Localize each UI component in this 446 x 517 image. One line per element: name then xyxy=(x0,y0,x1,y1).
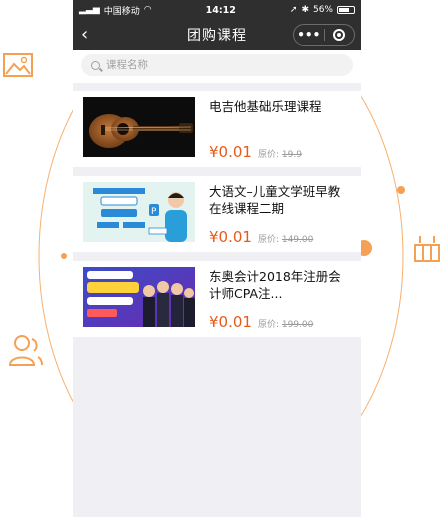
course-thumbnail-chinese[interactable]: P xyxy=(83,182,195,242)
course-thumbnail-guitar[interactable] xyxy=(83,97,195,157)
battery-percent: 56% xyxy=(312,5,333,15)
battery-icon xyxy=(337,6,355,14)
search-bar xyxy=(73,50,361,83)
course-card[interactable]: P 大语文–儿童文学班早教在线课程二期 ¥0.01 原价: 149.00 xyxy=(73,176,361,252)
screen: ▂▃▅ 中国移动 ◠ 14:12 ➚ ✱ 56% ‹ 团购课程 ••• 课程名称… xyxy=(0,0,446,517)
carrier-label: 中国移动 xyxy=(103,6,140,17)
course-title: 东奥会计2018年注册会计师CPA注... xyxy=(209,269,341,301)
image-icon xyxy=(3,53,33,77)
course-thumbnail-accounting[interactable] xyxy=(83,267,195,327)
search-box[interactable] xyxy=(81,54,353,76)
course-card[interactable]: 电吉他基础乐理课程 ¥0.01 原价: 19.9 xyxy=(73,91,361,167)
original-price-label: 原价: 199.00 xyxy=(257,320,314,330)
close-capsule-icon[interactable] xyxy=(325,29,355,41)
course-price: ¥0.01 xyxy=(209,143,252,161)
svg-text:P: P xyxy=(151,207,157,217)
search-icon xyxy=(91,60,100,70)
phone-screen: ▂▃▅ 中国移动 ◠ 14:12 ➚ ✱ 56% ‹ 团购课程 ••• 课程名称… xyxy=(73,0,361,517)
status-bar: ▂▃▅ 中国移动 ◠ 14:12 ➚ ✱ 56% xyxy=(73,0,361,20)
bluetooth-icon: ✱ xyxy=(301,5,309,15)
course-price: ¥0.01 xyxy=(209,228,252,246)
status-time: 14:12 xyxy=(205,4,236,16)
back-icon[interactable]: ‹ xyxy=(81,24,97,46)
course-card[interactable]: 东奥会计2018年注册会计师CPA注... ¥0.01 原价: 199.00 xyxy=(73,261,361,337)
user-icon xyxy=(8,335,43,366)
location-icon: ➚ xyxy=(289,5,298,15)
nav-bar: ‹ 团购课程 ••• xyxy=(73,20,361,50)
course-list: 电吉他基础乐理课程 ¥0.01 原价: 19.9 P 大语文–儿童文学班早教在线… xyxy=(73,91,361,337)
mini-program-capsule: ••• xyxy=(293,24,355,46)
original-price-label: 原价: 19.9 xyxy=(257,150,302,160)
course-title: 大语文–儿童文学班早教在线课程二期 xyxy=(209,184,341,216)
original-price: 199.00 xyxy=(281,320,314,330)
page-title: 团购课程 xyxy=(187,28,247,44)
signal-icon: ▂▃▅ xyxy=(79,5,100,15)
course-price: ¥0.01 xyxy=(209,313,252,331)
more-icon[interactable]: ••• xyxy=(294,25,324,45)
original-price: 19.9 xyxy=(281,150,302,160)
original-price-label: 原价: 149.00 xyxy=(257,235,314,245)
course-title: 电吉他基础乐理课程 xyxy=(209,99,322,114)
grid-icon xyxy=(414,236,440,262)
wifi-icon: ◠ xyxy=(143,5,152,15)
search-input[interactable] xyxy=(106,59,306,71)
original-price: 149.00 xyxy=(281,235,314,245)
